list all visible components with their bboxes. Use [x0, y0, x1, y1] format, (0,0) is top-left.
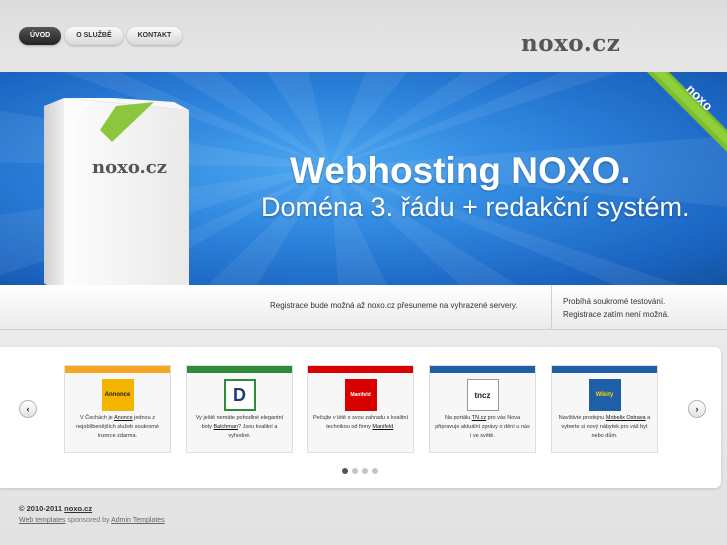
card-color-bar [552, 366, 657, 373]
nav-item-o-sluzbe[interactable]: O SLUŽBĚ [65, 27, 123, 45]
card-link[interactable]: Mobelix Ostrava [606, 415, 646, 421]
card-color-bar [308, 366, 413, 373]
card-thumbnail[interactable]: Manifeld [344, 379, 377, 411]
carousel-dot[interactable] [362, 468, 368, 474]
hero-subline: Doména 3. řádu + redakční systém. [261, 192, 690, 222]
testing-status: Probíhá soukromé testování. Registrace z… [551, 285, 669, 330]
card-thumbnail[interactable]: Annonce [101, 379, 134, 411]
footer-credits: Web templates sponsored by Admin Templat… [19, 517, 165, 524]
card-text: Pečujte v létě o svou zahradu s kvalitní… [312, 415, 409, 430]
carousel-card: Manifeld Pečujte v létě o svou zahradu s… [307, 365, 414, 453]
nav-item-uvod[interactable]: ÚVOD [19, 27, 62, 45]
footer-copyright: © 2010-2011 noxo.cz [19, 504, 93, 513]
carousel-dot[interactable] [342, 468, 348, 474]
card-text: V Čechách je Anonce jednou z nejoblíbeně… [76, 415, 159, 439]
card-color-bar [187, 366, 292, 373]
product-box-image [44, 98, 189, 285]
carousel-card: Annonce V Čechách je Anonce jednou z nej… [64, 365, 171, 453]
card-text: Na portálu TN.cz pro vás Nova připravuje… [435, 415, 530, 439]
carousel-next-button[interactable]: › [688, 400, 706, 418]
testing-line-2: Registrace zatím není možná. [563, 310, 670, 319]
partner-carousel: ‹ › Annonce V Čechách je Anonce jednou z… [0, 347, 721, 488]
card-color-bar [430, 366, 535, 373]
carousel-dot[interactable] [372, 468, 378, 474]
card-thumbnail[interactable]: tncz [466, 379, 499, 411]
card-text: Vy ještě nemáte pohodlné elegantní boty … [195, 415, 284, 439]
footer-admin-templates-link[interactable]: Admin Templates [111, 517, 165, 524]
carousel-card: tncz Na portálu TN.cz pro vás Nova připr… [429, 365, 536, 453]
card-text: Navštivte prodejnu Mobelix Ostrava a vyb… [558, 415, 651, 439]
carousel-pagination [342, 468, 378, 474]
card-thumbnail[interactable]: Wikity [588, 379, 621, 411]
testing-line-1: Probíhá soukromé testování. [563, 297, 666, 306]
card-thumbnail[interactable]: D [223, 379, 256, 411]
carousel-card: D Vy ještě nemáte pohodlné elegantní bot… [186, 365, 293, 453]
card-link[interactable]: TN.cz [472, 415, 486, 421]
card-link[interactable]: Manifeld [372, 424, 393, 430]
nav-item-kontakt[interactable]: KONTAKT [126, 27, 183, 45]
card-link[interactable]: Anonce [114, 415, 133, 421]
carousel-card: Wikity Navštivte prodejnu Mobelix Ostrav… [551, 365, 658, 453]
carousel-prev-button[interactable]: ‹ [19, 400, 37, 418]
registration-note: Registrace bude možná až noxo.cz přesune… [270, 301, 518, 310]
carousel-dot[interactable] [352, 468, 358, 474]
site-logo[interactable]: noxo.cz [521, 30, 620, 57]
box-label: noxo.cz [92, 157, 167, 178]
footer-web-templates-link[interactable]: Web templates [19, 517, 66, 524]
hero-banner: NOXO noxo.cz Webhosting NOXO. Doména 3. … [0, 72, 727, 285]
card-link[interactable]: Balchman [214, 424, 238, 430]
card-color-bar [65, 366, 170, 373]
corner-ribbon [647, 72, 727, 152]
main-nav: ÚVOD O SLUŽBĚ KONTAKT [19, 27, 183, 45]
footer-site-link[interactable]: noxo.cz [64, 504, 92, 513]
info-strip: Registrace bude možná až noxo.cz přesune… [0, 285, 727, 330]
hero-headline: Webhosting NOXO. [290, 150, 631, 191]
